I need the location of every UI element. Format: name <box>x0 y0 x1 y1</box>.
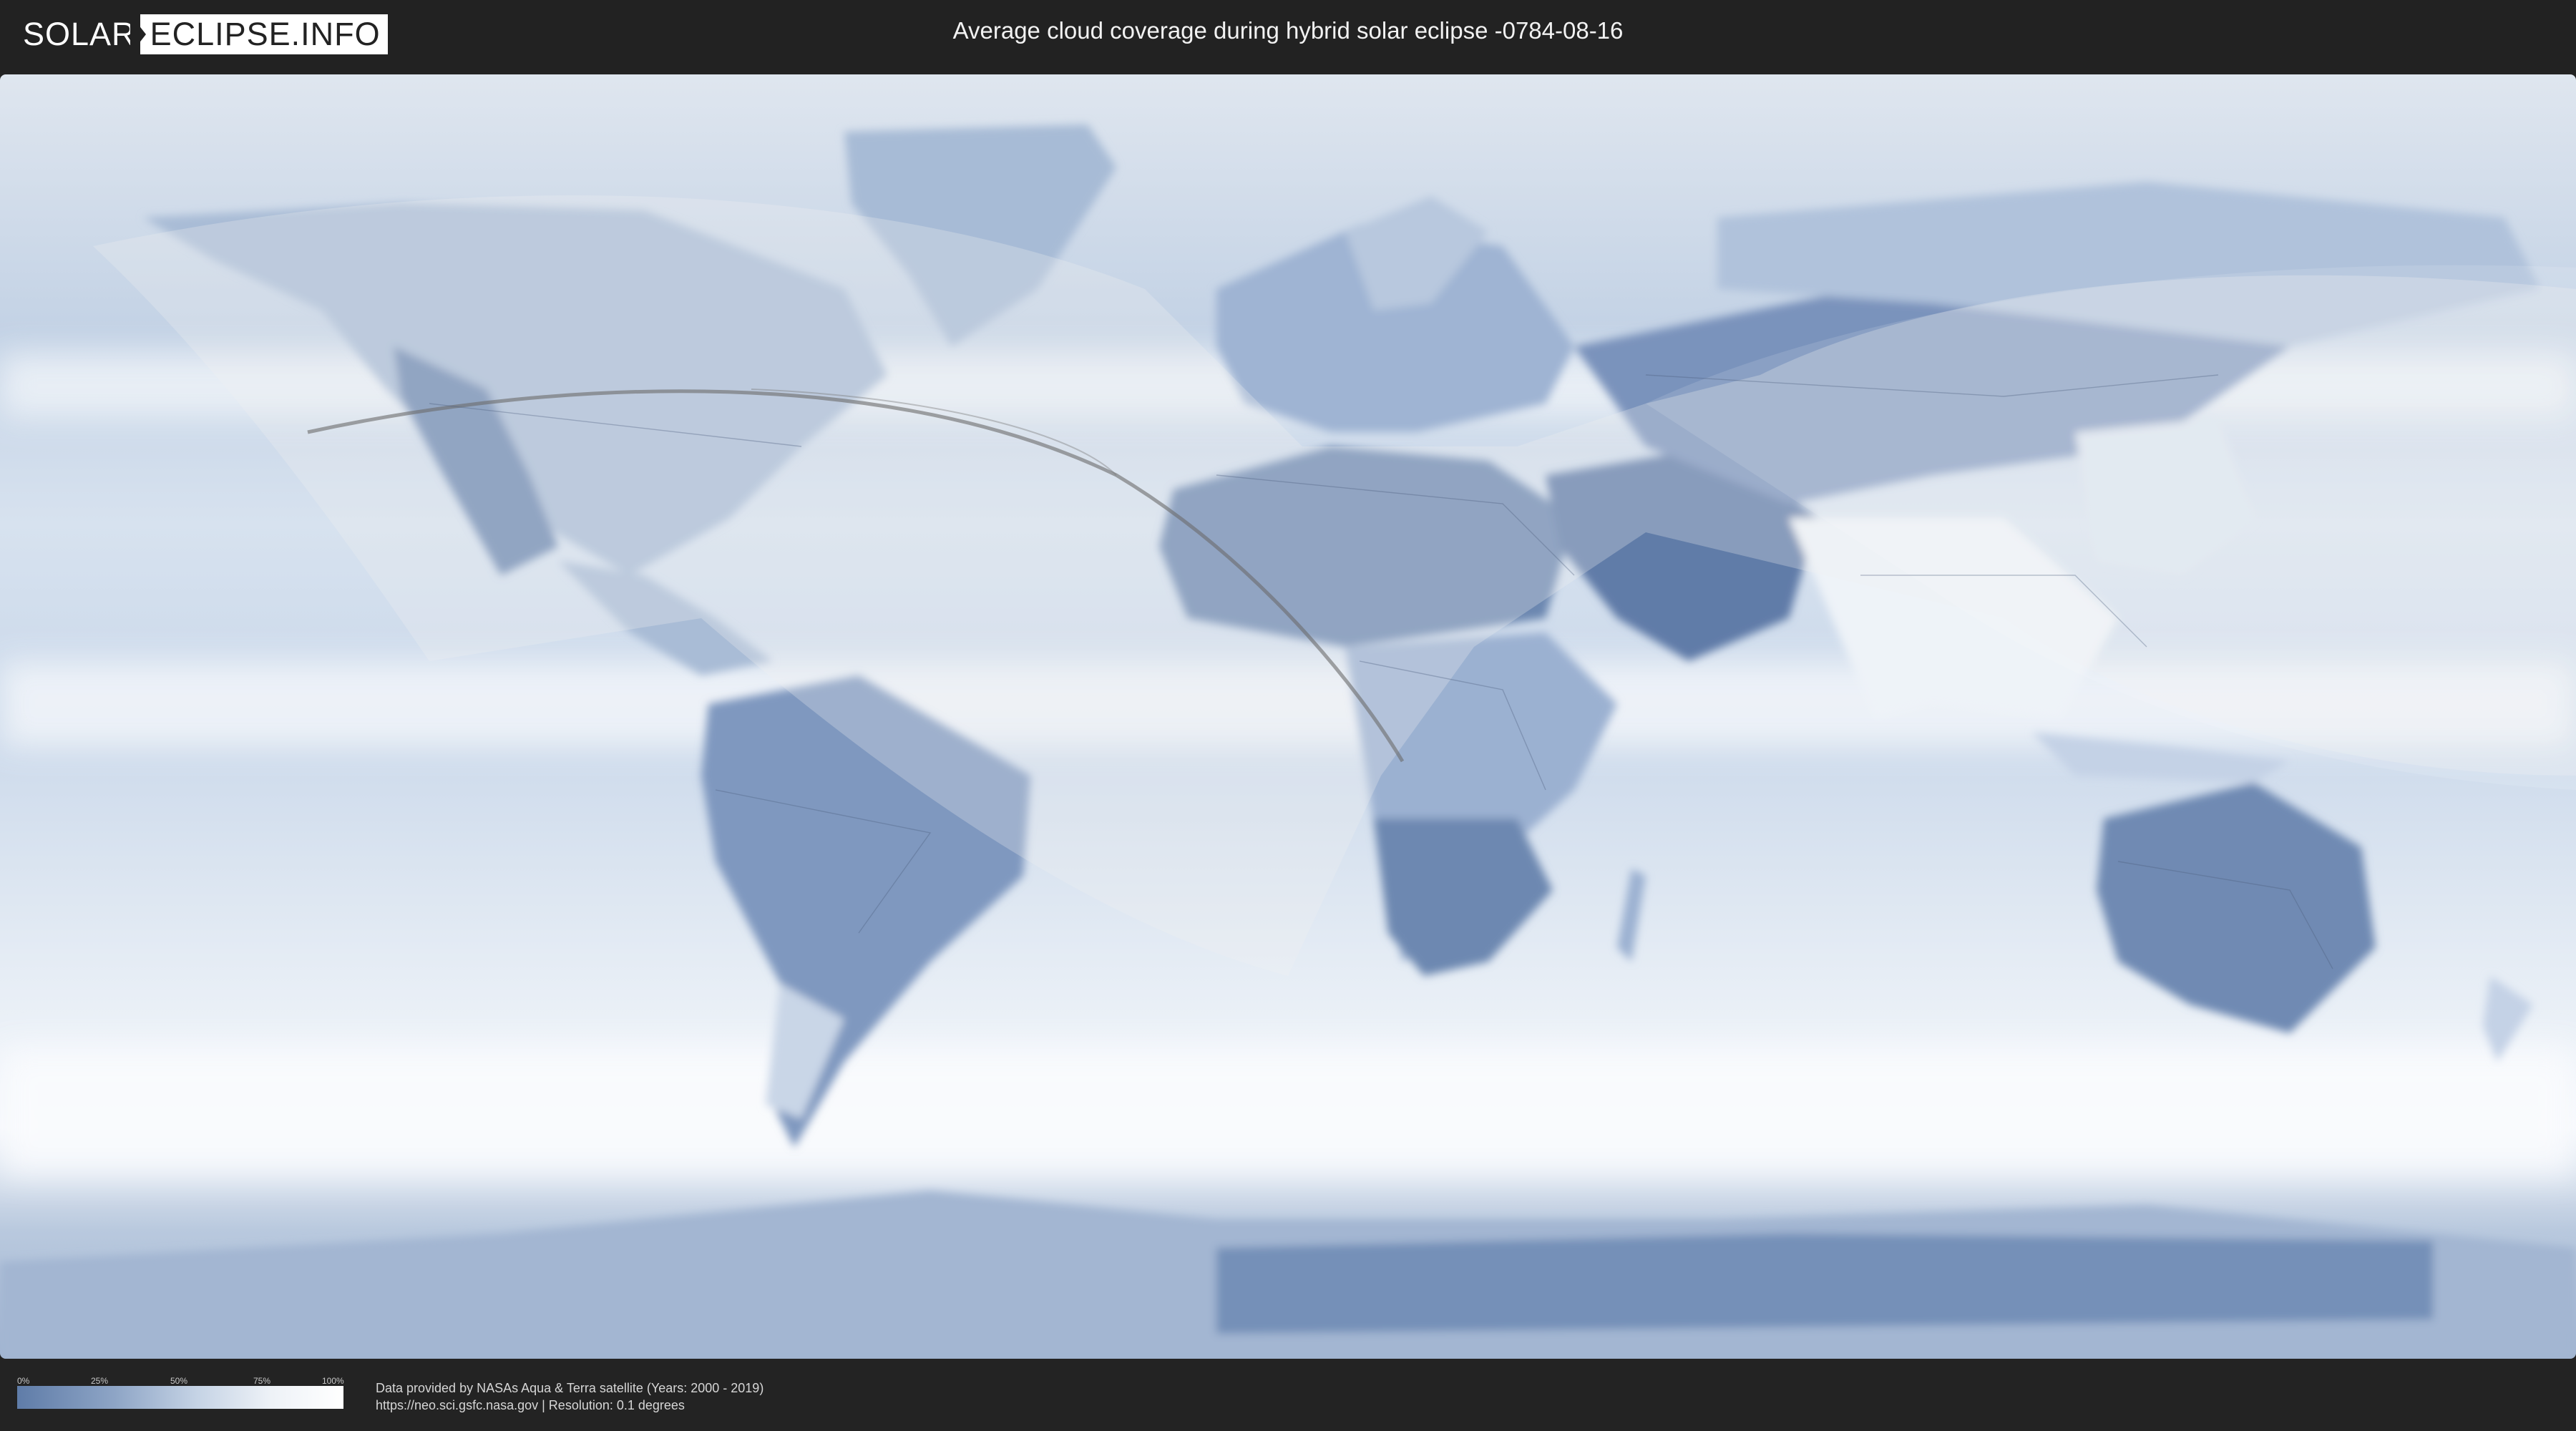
legend-tick-75: 75% <box>253 1376 271 1386</box>
logo-arrow-icon <box>130 14 146 54</box>
page-title: Average cloud coverage during hybrid sol… <box>952 17 1624 44</box>
legend-tick-100: 100% <box>322 1376 344 1386</box>
data-credits: Data provided by NASAs Aqua & Terra sate… <box>376 1379 763 1414</box>
footer-bar: 0% 25% 50% 75% 100% Data provided by NAS… <box>0 1359 2576 1431</box>
legend-gradient-bar <box>17 1386 343 1409</box>
legend-tick-25: 25% <box>91 1376 109 1386</box>
legend-tick-50: 50% <box>170 1376 188 1386</box>
world-map-svg <box>0 74 2576 1359</box>
antarctica-east-dry <box>1216 1234 2433 1334</box>
header-bar: SOLAR ECLIPSE.INFO Average cloud coverag… <box>0 0 2576 72</box>
legend-tick-0: 0% <box>17 1376 30 1386</box>
cloud-coverage-map <box>0 74 2576 1359</box>
cloud-band-south <box>0 1047 2576 1176</box>
credit-line-url[interactable]: https://neo.sci.gsfc.nasa.gov | Resoluti… <box>376 1397 763 1414</box>
credit-line-source: Data provided by NASAs Aqua & Terra sate… <box>376 1381 764 1395</box>
